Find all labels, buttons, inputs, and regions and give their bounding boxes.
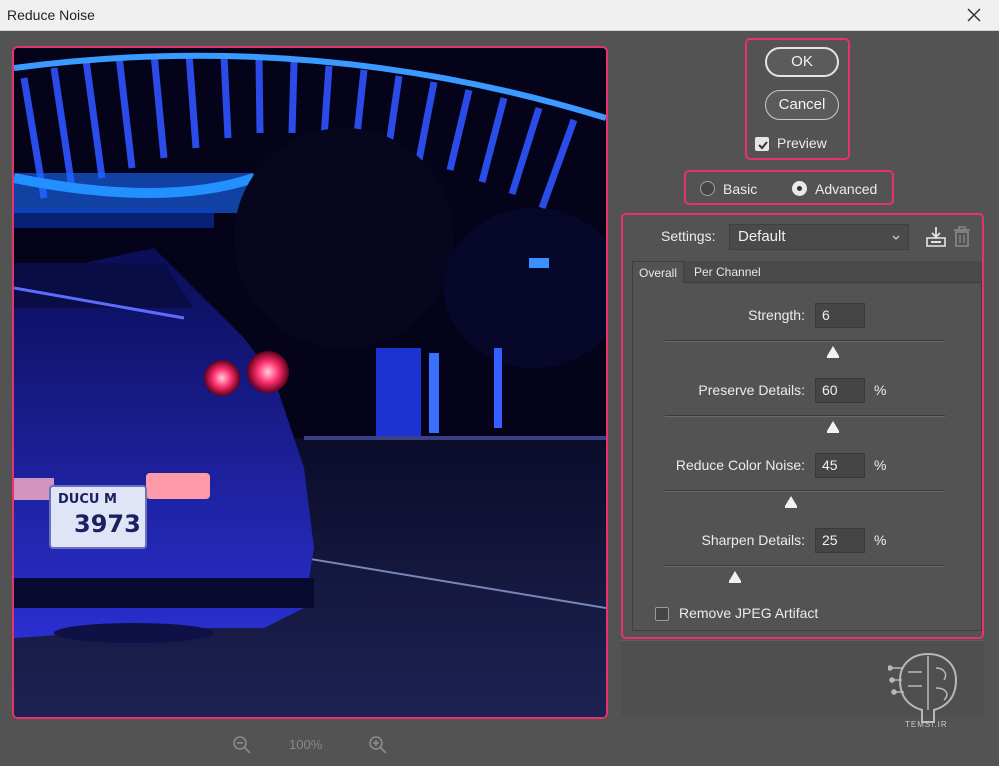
preserve-details-input[interactable]: 60 <box>815 378 865 403</box>
car-night-scene <box>14 48 606 717</box>
close-icon[interactable] <box>963 4 985 26</box>
radio-advanced-label: Advanced <box>815 181 878 197</box>
ok-button[interactable]: OK <box>765 47 839 77</box>
remove-jpeg-artifact-checkbox[interactable] <box>655 607 669 621</box>
reduce-color-noise-slider-thumb[interactable] <box>785 496 797 508</box>
sharpen-details-slider-thumb[interactable] <box>729 571 741 583</box>
settings-tabs: Overall Per Channel <box>632 261 982 283</box>
title-bar: Reduce Noise <box>0 0 999 31</box>
tab-overall[interactable]: Overall <box>632 261 685 283</box>
zoom-out-icon[interactable] <box>232 735 252 755</box>
reduce-color-noise-input[interactable]: 45 <box>815 453 865 478</box>
strength-input[interactable]: 6 <box>815 303 865 328</box>
save-preset-icon[interactable] <box>925 225 947 249</box>
strength-slider-thumb[interactable] <box>827 346 839 358</box>
tab-per-channel[interactable]: Per Channel <box>688 261 767 283</box>
preserve-details-unit: % <box>874 382 887 398</box>
plate-number-text: 3973 <box>74 510 141 538</box>
reduce-color-noise-label: Reduce Color Noise: <box>675 457 805 473</box>
zoom-level: 100% <box>289 737 323 752</box>
settings-preset-value: Default <box>738 228 786 245</box>
zoom-bar: 100% <box>232 735 392 755</box>
zoom-in-icon[interactable] <box>368 735 388 755</box>
trash-icon[interactable] <box>953 226 971 248</box>
radio-basic-label: Basic <box>723 181 758 197</box>
radio-advanced[interactable] <box>792 181 807 196</box>
strength-label: Strength: <box>748 307 805 323</box>
watermark-text: TEMSI.IR <box>905 720 948 729</box>
preview-image[interactable]: DUCU M 3973 <box>12 46 608 719</box>
preserve-details-slider-thumb[interactable] <box>827 421 839 433</box>
window-title: Reduce Noise <box>7 7 95 23</box>
remove-jpeg-artifact-label: Remove JPEG Artifact <box>679 605 819 621</box>
preserve-details-label: Preserve Details: <box>698 382 805 398</box>
cancel-button[interactable]: Cancel <box>765 90 839 120</box>
reduce-color-noise-slider-track[interactable] <box>665 490 945 492</box>
preview-label: Preview <box>777 135 827 151</box>
sharpen-details-input[interactable]: 25 <box>815 528 865 553</box>
reduce-color-noise-unit: % <box>874 457 887 473</box>
chevron-down-icon <box>892 235 900 240</box>
settings-panel: Settings: Default Overall Per Channel St… <box>621 213 984 639</box>
action-group: OK Cancel Preview <box>745 38 850 160</box>
preserve-details-slider-track[interactable] <box>665 415 945 417</box>
sharpen-details-unit: % <box>874 532 887 548</box>
overall-panel: Strength: 6 Preserve Details: 60 % Reduc… <box>632 283 982 631</box>
sharpen-details-slider-track[interactable] <box>665 565 945 567</box>
checkmark-icon <box>758 141 768 150</box>
strength-slider-track[interactable] <box>665 340 945 342</box>
settings-label: Settings: <box>661 228 716 244</box>
radio-basic[interactable] <box>700 181 715 196</box>
mode-selector: Basic Advanced <box>684 170 894 205</box>
settings-preset-select[interactable]: Default <box>729 224 909 250</box>
sharpen-details-label: Sharpen Details: <box>701 532 805 548</box>
preview-checkbox[interactable] <box>755 137 769 151</box>
plate-top-text: DUCU M <box>58 492 117 507</box>
